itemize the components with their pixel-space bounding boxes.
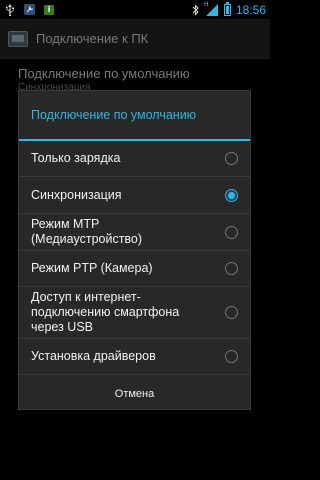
option-sync[interactable]: Синхронизация (19, 177, 250, 214)
radio-button-selected[interactable] (225, 188, 238, 202)
info-icon: i (44, 4, 54, 15)
bluetooth-icon (192, 3, 200, 16)
preference-title: Подключение по умолчанию (18, 66, 190, 81)
connection-mode-dialog: Подключение по умолчанию Только зарядка … (18, 90, 251, 410)
option-label: Режим MTP (Медиаустройство) (31, 217, 143, 246)
option-label: Только зарядка (31, 151, 121, 165)
signal-icon: H (203, 0, 219, 16)
status-bar: i H 18:56 (0, 0, 270, 19)
usb-icon (5, 3, 15, 16)
cancel-button[interactable]: Отмена (19, 375, 250, 413)
radio-button[interactable] (225, 152, 238, 165)
option-mtp-mode[interactable]: Режим MTP (Медиаустройство) (19, 214, 250, 251)
option-ptp-mode[interactable]: Режим PTP (Камера) (19, 251, 250, 287)
radio-button[interactable] (225, 262, 238, 275)
radio-button[interactable] (225, 350, 238, 363)
option-label: Установка драйверов (31, 349, 156, 363)
radio-button[interactable] (225, 306, 238, 319)
pc-connection-app-icon[interactable] (8, 30, 28, 47)
option-charge-only[interactable]: Только зарядка (19, 141, 250, 177)
default-connection-preference[interactable]: Подключение по умолчанию Синхронизация (18, 66, 190, 93)
radio-button[interactable] (225, 225, 238, 239)
option-install-drivers[interactable]: Установка драйверов (19, 339, 250, 375)
wrench-icon (24, 4, 35, 15)
status-clock: 18:56 (235, 2, 266, 17)
option-label: Режим PTP (Камера) (31, 261, 153, 275)
network-type-label: H (203, 0, 209, 8)
option-usb-tethering[interactable]: Доступ к интернет- подключению смартфона… (19, 287, 250, 339)
notification-icons: i (5, 3, 54, 16)
action-bar: Подключение к ПК (0, 19, 270, 59)
dialog-title: Подключение по умолчанию (31, 108, 197, 122)
battery-icon (223, 1, 231, 16)
option-label: Синхронизация (31, 187, 122, 202)
system-icons: H 18:56 (192, 0, 266, 17)
action-bar-title: Подключение к ПК (36, 31, 149, 46)
option-label: Доступ к интернет- подключению смартфона… (31, 290, 180, 334)
